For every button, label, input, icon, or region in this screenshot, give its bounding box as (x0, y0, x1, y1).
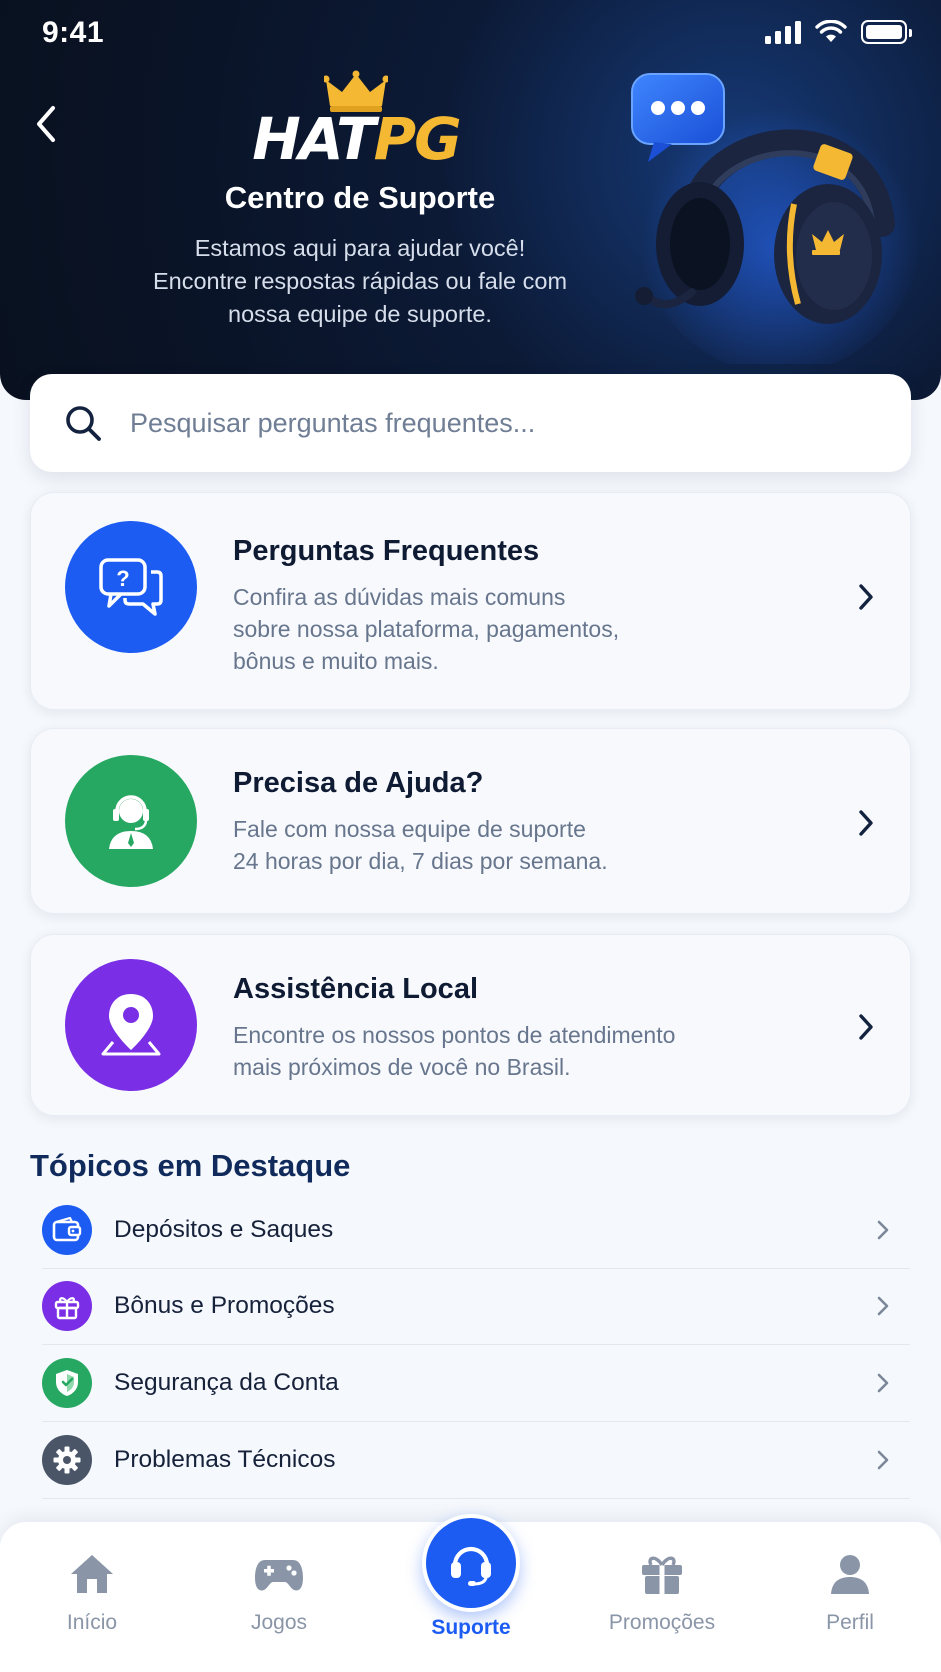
battery-icon (861, 20, 912, 44)
search-icon (66, 406, 101, 441)
topic-item-deposits[interactable]: Depósitos e Saques (42, 1192, 910, 1269)
logo-wordmark: HATPG (226, 110, 486, 168)
headset-illustration (631, 73, 920, 364)
gift-icon (642, 1556, 682, 1594)
card-description-line: 24 horas por dia, 7 dias por semana. (233, 848, 608, 874)
local-assistance-card[interactable]: Assistência Local Encontre os nossos pon… (30, 934, 911, 1116)
card-title: Precisa de Ajuda? (233, 767, 484, 799)
subtitle-line: nossa equipe de suporte. (228, 301, 492, 327)
search-bar[interactable] (30, 374, 911, 472)
nav-label: Perfil (826, 1611, 874, 1634)
home-icon (71, 1555, 113, 1593)
header-banner: 9:41 HATPG Centro de Suporte Estamos aqu… (0, 0, 941, 400)
help-card[interactable]: Precisa de Ajuda? Fale com nossa equipe … (30, 728, 911, 914)
section-title: Tópicos em Destaque (30, 1148, 351, 1183)
card-description: Confira as dúvidas mais comuns sobre nos… (233, 581, 733, 677)
support-agent-icon (65, 755, 197, 887)
card-title: Assistência Local (233, 973, 478, 1005)
chevron-right-icon (870, 1372, 896, 1394)
chevron-right-icon (852, 577, 880, 617)
topic-label: Bônus e Promoções (114, 1292, 335, 1319)
status-time: 9:41 (42, 16, 105, 49)
location-pin-icon (65, 959, 197, 1091)
back-button[interactable] (26, 100, 66, 148)
brand-logo: HATPG (226, 70, 486, 168)
faq-chat-icon: ? (65, 521, 197, 653)
card-description-line: Confira as dúvidas mais comuns (233, 584, 566, 610)
bottom-navigation: Início Jogos Suporte Promoções Perfil (0, 1514, 941, 1672)
topic-label: Problemas Técnicos (114, 1446, 336, 1473)
search-input[interactable] (130, 407, 850, 439)
svg-text:?: ? (116, 566, 129, 591)
card-description-line: bônus e muito mais. (233, 648, 439, 674)
card-description: Fale com nossa equipe de suporte 24 hora… (233, 813, 733, 877)
status-icons (765, 20, 912, 44)
chevron-right-icon (852, 803, 880, 843)
nav-item-profile[interactable]: Perfil (770, 1552, 930, 1635)
nav-item-support-button[interactable] (422, 1514, 520, 1612)
topic-item-bonus[interactable]: Bônus e Promoções (42, 1268, 910, 1345)
gift-icon (42, 1281, 92, 1331)
nav-item-home[interactable]: Início (12, 1552, 172, 1635)
nav-label: Jogos (250, 1611, 308, 1634)
chevron-right-icon (852, 1007, 880, 1047)
shield-icon (42, 1358, 92, 1408)
topic-item-technical[interactable]: Problemas Técnicos (42, 1422, 910, 1499)
nav-item-support[interactable]: Suporte (391, 1616, 551, 1640)
nav-label: Suporte (431, 1616, 511, 1639)
nav-item-games[interactable]: Jogos (199, 1552, 359, 1635)
topic-label: Depósitos e Saques (114, 1216, 334, 1243)
card-description-line: mais próximos de você no Brasil. (233, 1054, 571, 1080)
card-description-line: Fale com nossa equipe de suporte (233, 816, 586, 842)
card-title: Perguntas Frequentes (233, 535, 540, 567)
status-bar: 9:41 (0, 0, 941, 70)
user-icon (831, 1555, 869, 1594)
topic-label: Segurança da Conta (114, 1369, 339, 1396)
cellular-signal-icon (765, 20, 801, 44)
page-subtitle: Estamos aqui para ajudar você! Encontre … (0, 232, 720, 331)
chevron-right-icon (870, 1449, 896, 1471)
topic-item-security[interactable]: Segurança da Conta (42, 1345, 910, 1422)
gamepad-icon (255, 1560, 303, 1591)
page-title: Centro de Suporte (224, 180, 496, 215)
subtitle-line: Encontre respostas rápidas ou fale com (152, 268, 568, 294)
card-description-line: Encontre os nossos pontos de atendimento (233, 1022, 676, 1048)
chevron-right-icon (870, 1219, 896, 1241)
logo-pg: PG (373, 105, 462, 173)
chevron-right-icon (870, 1295, 896, 1317)
nav-label: Início (66, 1611, 118, 1634)
faq-card[interactable]: ? Perguntas Frequentes Confira as dúvida… (30, 492, 911, 710)
wallet-icon (42, 1205, 92, 1255)
gear-icon (42, 1435, 92, 1485)
card-description-line: sobre nossa plataforma, pagamentos, (233, 616, 620, 642)
nav-item-promotions[interactable]: Promoções (582, 1552, 742, 1635)
headset-icon (451, 1546, 491, 1586)
nav-label: Promoções (608, 1611, 716, 1634)
subtitle-line: Estamos aqui para ajudar você! (194, 235, 526, 261)
chevron-left-icon (37, 106, 55, 142)
logo-hat: HAT (252, 105, 375, 173)
card-description: Encontre os nossos pontos de atendimento… (233, 1019, 793, 1083)
wifi-icon (815, 20, 847, 42)
